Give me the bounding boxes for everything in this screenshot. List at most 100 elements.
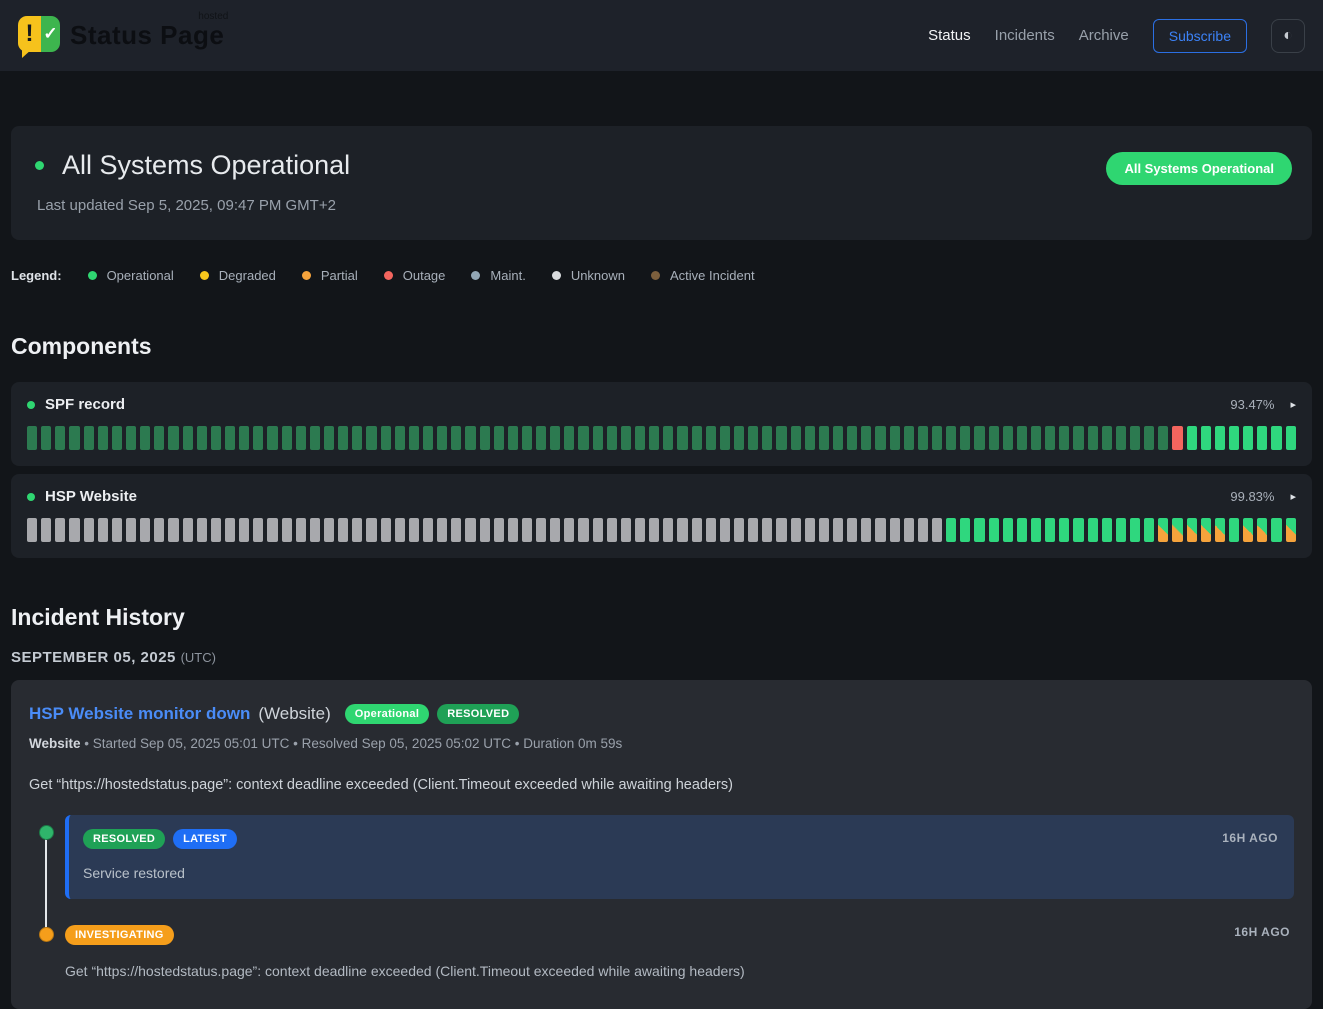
uptime-bar-unknown[interactable] bbox=[84, 518, 94, 542]
uptime-bar-operational[interactable] bbox=[946, 518, 956, 542]
uptime-bar-operational-dim[interactable] bbox=[663, 426, 673, 450]
uptime-bar-unknown[interactable] bbox=[154, 518, 164, 542]
uptime-bar-operational[interactable] bbox=[1187, 426, 1197, 450]
uptime-bar-unknown[interactable] bbox=[98, 518, 108, 542]
uptime-bar-operational-dim[interactable] bbox=[1102, 426, 1112, 450]
uptime-bar-operational[interactable] bbox=[1271, 426, 1281, 450]
uptime-bar-operational-dim[interactable] bbox=[508, 426, 518, 450]
uptime-bar-unknown[interactable] bbox=[423, 518, 433, 542]
uptime-bar-unknown[interactable] bbox=[465, 518, 475, 542]
uptime-bar-unknown[interactable] bbox=[607, 518, 617, 542]
uptime-bar-operational-dim[interactable] bbox=[791, 426, 801, 450]
uptime-bar-operational-dim[interactable] bbox=[225, 426, 235, 450]
uptime-bar-operational-dim[interactable] bbox=[465, 426, 475, 450]
subscribe-button[interactable]: Subscribe bbox=[1153, 19, 1247, 53]
uptime-bar-operational-dim[interactable] bbox=[946, 426, 956, 450]
nav-archive[interactable]: Archive bbox=[1079, 27, 1129, 44]
uptime-bar-unknown[interactable] bbox=[791, 518, 801, 542]
uptime-bar-unknown[interactable] bbox=[352, 518, 362, 542]
uptime-bar-operational-dim[interactable] bbox=[381, 426, 391, 450]
uptime-bar-unknown[interactable] bbox=[197, 518, 207, 542]
uptime-bar-unknown[interactable] bbox=[875, 518, 885, 542]
uptime-bar-operational-dim[interactable] bbox=[310, 426, 320, 450]
uptime-bar-operational[interactable] bbox=[1088, 518, 1098, 542]
uptime-bar-operational-dim[interactable] bbox=[649, 426, 659, 450]
uptime-bar-operational[interactable] bbox=[1045, 518, 1055, 542]
uptime-bar-operational[interactable] bbox=[989, 518, 999, 542]
uptime-bar-partial[interactable] bbox=[1187, 518, 1197, 542]
uptime-bar-operational[interactable] bbox=[1286, 426, 1296, 450]
uptime-bar-unknown[interactable] bbox=[593, 518, 603, 542]
uptime-bar-unknown[interactable] bbox=[692, 518, 702, 542]
uptime-bar-operational-dim[interactable] bbox=[27, 426, 37, 450]
uptime-bar-operational[interactable] bbox=[1017, 518, 1027, 542]
uptime-bar-operational-dim[interactable] bbox=[932, 426, 942, 450]
uptime-bar-operational-dim[interactable] bbox=[847, 426, 857, 450]
uptime-bar-operational-dim[interactable] bbox=[1158, 426, 1168, 450]
uptime-bar-operational-dim[interactable] bbox=[352, 426, 362, 450]
uptime-bar-unknown[interactable] bbox=[338, 518, 348, 542]
nav-incidents[interactable]: Incidents bbox=[995, 27, 1055, 44]
uptime-bar-operational[interactable] bbox=[1031, 518, 1041, 542]
uptime-bar-unknown[interactable] bbox=[833, 518, 843, 542]
uptime-bar-operational[interactable] bbox=[974, 518, 984, 542]
uptime-bar-operational[interactable] bbox=[1130, 518, 1140, 542]
uptime-bar-operational-dim[interactable] bbox=[861, 426, 871, 450]
uptime-bar-operational-dim[interactable] bbox=[692, 426, 702, 450]
uptime-bar-operational-dim[interactable] bbox=[494, 426, 504, 450]
uptime-bar-partial[interactable] bbox=[1286, 518, 1296, 542]
uptime-bar-operational[interactable] bbox=[1116, 518, 1126, 542]
uptime-bar-operational-dim[interactable] bbox=[1031, 426, 1041, 450]
uptime-bar-unknown[interactable] bbox=[734, 518, 744, 542]
uptime-bar-unknown[interactable] bbox=[550, 518, 560, 542]
uptime-bar-unknown[interactable] bbox=[677, 518, 687, 542]
uptime-bar-operational-dim[interactable] bbox=[366, 426, 376, 450]
uptime-bar-unknown[interactable] bbox=[211, 518, 221, 542]
expand-arrow-icon[interactable]: ▸ bbox=[1290, 490, 1296, 503]
uptime-bar-partial[interactable] bbox=[1215, 518, 1225, 542]
uptime-bar-operational-dim[interactable] bbox=[550, 426, 560, 450]
uptime-bar-operational-dim[interactable] bbox=[960, 426, 970, 450]
uptime-bar-operational-dim[interactable] bbox=[112, 426, 122, 450]
uptime-bar-operational-dim[interactable] bbox=[211, 426, 221, 450]
uptime-bar-unknown[interactable] bbox=[381, 518, 391, 542]
uptime-bar-operational-dim[interactable] bbox=[875, 426, 885, 450]
uptime-bar-operational-dim[interactable] bbox=[1045, 426, 1055, 450]
uptime-bar-operational-dim[interactable] bbox=[253, 426, 263, 450]
uptime-bar-unknown[interactable] bbox=[239, 518, 249, 542]
uptime-bar-operational-dim[interactable] bbox=[168, 426, 178, 450]
uptime-bar-unknown[interactable] bbox=[522, 518, 532, 542]
uptime-bar-operational-dim[interactable] bbox=[395, 426, 405, 450]
uptime-bar-operational-dim[interactable] bbox=[1144, 426, 1154, 450]
uptime-bar-unknown[interactable] bbox=[112, 518, 122, 542]
uptime-bar-operational-dim[interactable] bbox=[154, 426, 164, 450]
uptime-bar-operational-dim[interactable] bbox=[267, 426, 277, 450]
uptime-bar-operational-dim[interactable] bbox=[805, 426, 815, 450]
uptime-bar-operational-dim[interactable] bbox=[677, 426, 687, 450]
uptime-bar-operational[interactable] bbox=[960, 518, 970, 542]
uptime-bar-unknown[interactable] bbox=[720, 518, 730, 542]
uptime-bar-operational-dim[interactable] bbox=[55, 426, 65, 450]
uptime-bar-operational-dim[interactable] bbox=[1116, 426, 1126, 450]
incident-title-link[interactable]: HSP Website monitor down bbox=[29, 704, 250, 724]
uptime-bar-operational-dim[interactable] bbox=[451, 426, 461, 450]
uptime-bar-unknown[interactable] bbox=[805, 518, 815, 542]
uptime-bar-partial[interactable] bbox=[1158, 518, 1168, 542]
uptime-bar-operational[interactable] bbox=[1201, 426, 1211, 450]
uptime-bar-operational-dim[interactable] bbox=[578, 426, 588, 450]
uptime-bar-operational-dim[interactable] bbox=[84, 426, 94, 450]
uptime-bar-unknown[interactable] bbox=[762, 518, 772, 542]
uptime-bar-unknown[interactable] bbox=[706, 518, 716, 542]
uptime-bar-operational-dim[interactable] bbox=[1088, 426, 1098, 450]
uptime-bar-unknown[interactable] bbox=[126, 518, 136, 542]
uptime-bar-unknown[interactable] bbox=[508, 518, 518, 542]
uptime-bar-partial[interactable] bbox=[1257, 518, 1267, 542]
uptime-bar-operational-dim[interactable] bbox=[98, 426, 108, 450]
uptime-bar-operational-dim[interactable] bbox=[593, 426, 603, 450]
uptime-bar-unknown[interactable] bbox=[621, 518, 631, 542]
uptime-bar-operational-dim[interactable] bbox=[1003, 426, 1013, 450]
uptime-bar-operational-dim[interactable] bbox=[1017, 426, 1027, 450]
uptime-bar-operational-dim[interactable] bbox=[183, 426, 193, 450]
uptime-bar-unknown[interactable] bbox=[225, 518, 235, 542]
uptime-bar-operational[interactable] bbox=[1229, 426, 1239, 450]
